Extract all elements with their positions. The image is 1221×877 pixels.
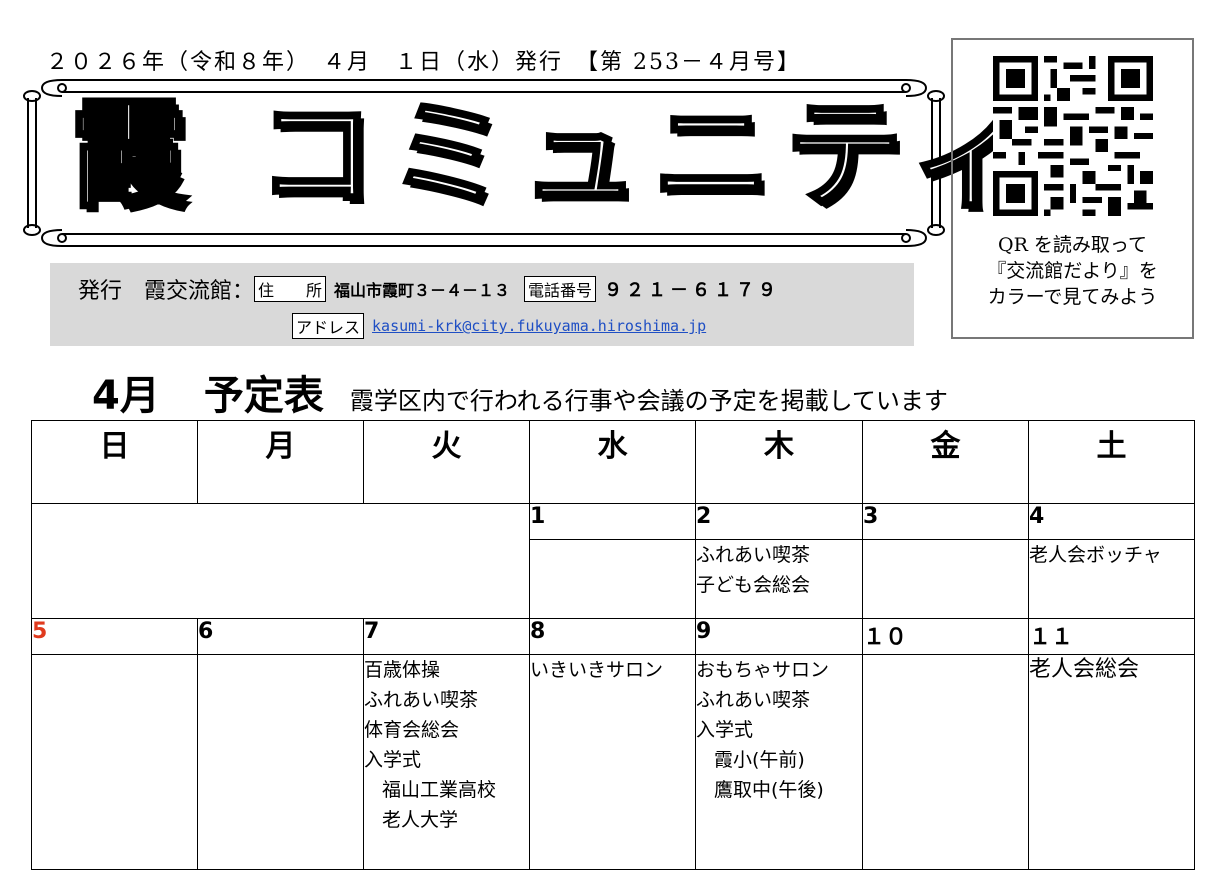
event-item: ふれあい喫茶 xyxy=(364,689,479,711)
issue-date-line: ２０２６年（令和８年） ４月 １日（水）発行 【第 253－４月号】 xyxy=(46,50,801,75)
event-item: いきいきサロン xyxy=(530,659,664,681)
weekday-header: 土 xyxy=(1028,420,1195,504)
event-item: 老人会総会 xyxy=(1029,657,1140,682)
schedule-subtitle: 霞学区内で行われる行事や会議の予定を掲載しています xyxy=(349,387,948,415)
publisher-line: 発行 霞交流館： 住 所 福山市霞町３－４－１３ 電話番号 ９２１－６１７９ xyxy=(78,273,780,305)
weekday-header-row: 日 月 火 水 木 金 土 xyxy=(31,420,1195,504)
weekday-header: 木 xyxy=(695,420,863,504)
date-cell: 2 xyxy=(695,503,863,540)
qr-caption: QR を読み取って 『交流館だより』を カラーで見てみよう xyxy=(953,232,1192,310)
event-item: 老人会ボッチャ xyxy=(1029,544,1162,566)
event-item: 霞小(午前) xyxy=(714,749,805,771)
event-cell: いきいきサロン xyxy=(529,654,696,870)
calendar-table: 日 月 火 水 木 金 土 1 2 3 4 ふれあい喫茶 子ども会総会 老人会ボ… xyxy=(31,420,1195,870)
event-cell xyxy=(862,654,1029,870)
schedule-month: 4月 xyxy=(92,373,160,419)
email-line: アドレス kasumi-krk@city.fukuyama.hiroshima.… xyxy=(292,313,706,339)
date-cell: 3 xyxy=(862,503,1029,540)
event-item: ふれあい喫茶 xyxy=(696,544,811,566)
date-cell: 9 xyxy=(695,618,863,655)
event-cell xyxy=(197,654,364,870)
date-row: 1 2 3 4 xyxy=(31,503,1195,619)
event-cell xyxy=(529,539,696,619)
date-cell: １１ xyxy=(1028,618,1195,655)
event-cell xyxy=(31,654,198,870)
address-value: 福山市霞町３－４－１３ xyxy=(334,281,511,300)
event-cell: 百歳体操 ふれあい喫茶 体育会総会 入学式 福山工業高校 老人大学 xyxy=(363,654,530,870)
weekday-header: 月 xyxy=(197,420,364,504)
event-cell: ふれあい喫茶 子ども会総会 xyxy=(695,539,863,619)
publisher-info-band: 発行 霞交流館： 住 所 福山市霞町３－４－１３ 電話番号 ９２１－６１７９ ア… xyxy=(50,263,914,346)
newsletter-title: 霞 コミュニティ xyxy=(68,86,1043,224)
date-cell-sunday: 5 xyxy=(31,618,198,655)
qr-caption-line: カラーで見てみよう xyxy=(987,286,1158,308)
event-item: おもちゃサロン xyxy=(696,659,830,681)
qr-code-icon[interactable] xyxy=(993,56,1153,216)
empty-cell xyxy=(31,503,530,619)
email-label: アドレス xyxy=(292,313,365,339)
event-item: 体育会総会 xyxy=(364,719,460,741)
schedule-heading: 4月 予定表 霞学区内で行われる行事や会議の予定を掲載しています xyxy=(92,363,948,421)
event-cell: おもちゃサロン ふれあい喫茶 入学式 霞小(午前) 鷹取中(午後) xyxy=(695,654,863,870)
qr-panel: QR を読み取って 『交流館だより』を カラーで見てみよう xyxy=(951,38,1194,339)
event-cell xyxy=(862,539,1029,619)
event-item: 入学式 xyxy=(364,749,422,771)
event-item: 老人大学 xyxy=(382,809,459,831)
event-row: 百歳体操 ふれあい喫茶 体育会総会 入学式 福山工業高校 老人大学 いきいきサロ… xyxy=(31,654,1195,870)
address-label: 住 所 xyxy=(254,276,327,302)
qr-caption-line: QR を読み取って xyxy=(998,234,1147,256)
date-cell: 8 xyxy=(529,618,696,655)
schedule-title: 予定表 xyxy=(203,373,324,419)
weekday-header: 火 xyxy=(363,420,530,504)
date-cell: 7 xyxy=(363,618,530,655)
date-cell: １０ xyxy=(862,618,1029,655)
date-row: 5 6 7 8 9 １０ １１ xyxy=(31,618,1195,655)
event-item: 福山工業高校 xyxy=(382,779,497,801)
event-item: 百歳体操 xyxy=(364,659,441,681)
event-item: 鷹取中(午後) xyxy=(714,779,824,801)
event-cell: 老人会ボッチャ xyxy=(1028,539,1195,619)
date-cell: 6 xyxy=(197,618,364,655)
date-cell: 1 xyxy=(529,503,696,540)
weekday-header: 日 xyxy=(31,420,198,504)
publisher-prefix: 発行 霞交流館： xyxy=(78,279,255,304)
event-cell: 老人会総会 xyxy=(1028,654,1195,870)
weekday-header: 水 xyxy=(529,420,696,504)
date-cell: 4 xyxy=(1028,503,1195,540)
email-link[interactable]: kasumi-krk@city.fukuyama.hiroshima.jp xyxy=(372,317,706,335)
qr-caption-line: 『交流館だより』を xyxy=(987,260,1158,282)
phone-value: ９２１－６１７９ xyxy=(604,280,781,301)
phone-label: 電話番号 xyxy=(524,276,597,302)
event-item: 入学式 xyxy=(696,719,754,741)
event-item: ふれあい喫茶 xyxy=(696,689,811,711)
event-item: 子ども会総会 xyxy=(696,574,811,596)
weekday-header: 金 xyxy=(862,420,1029,504)
